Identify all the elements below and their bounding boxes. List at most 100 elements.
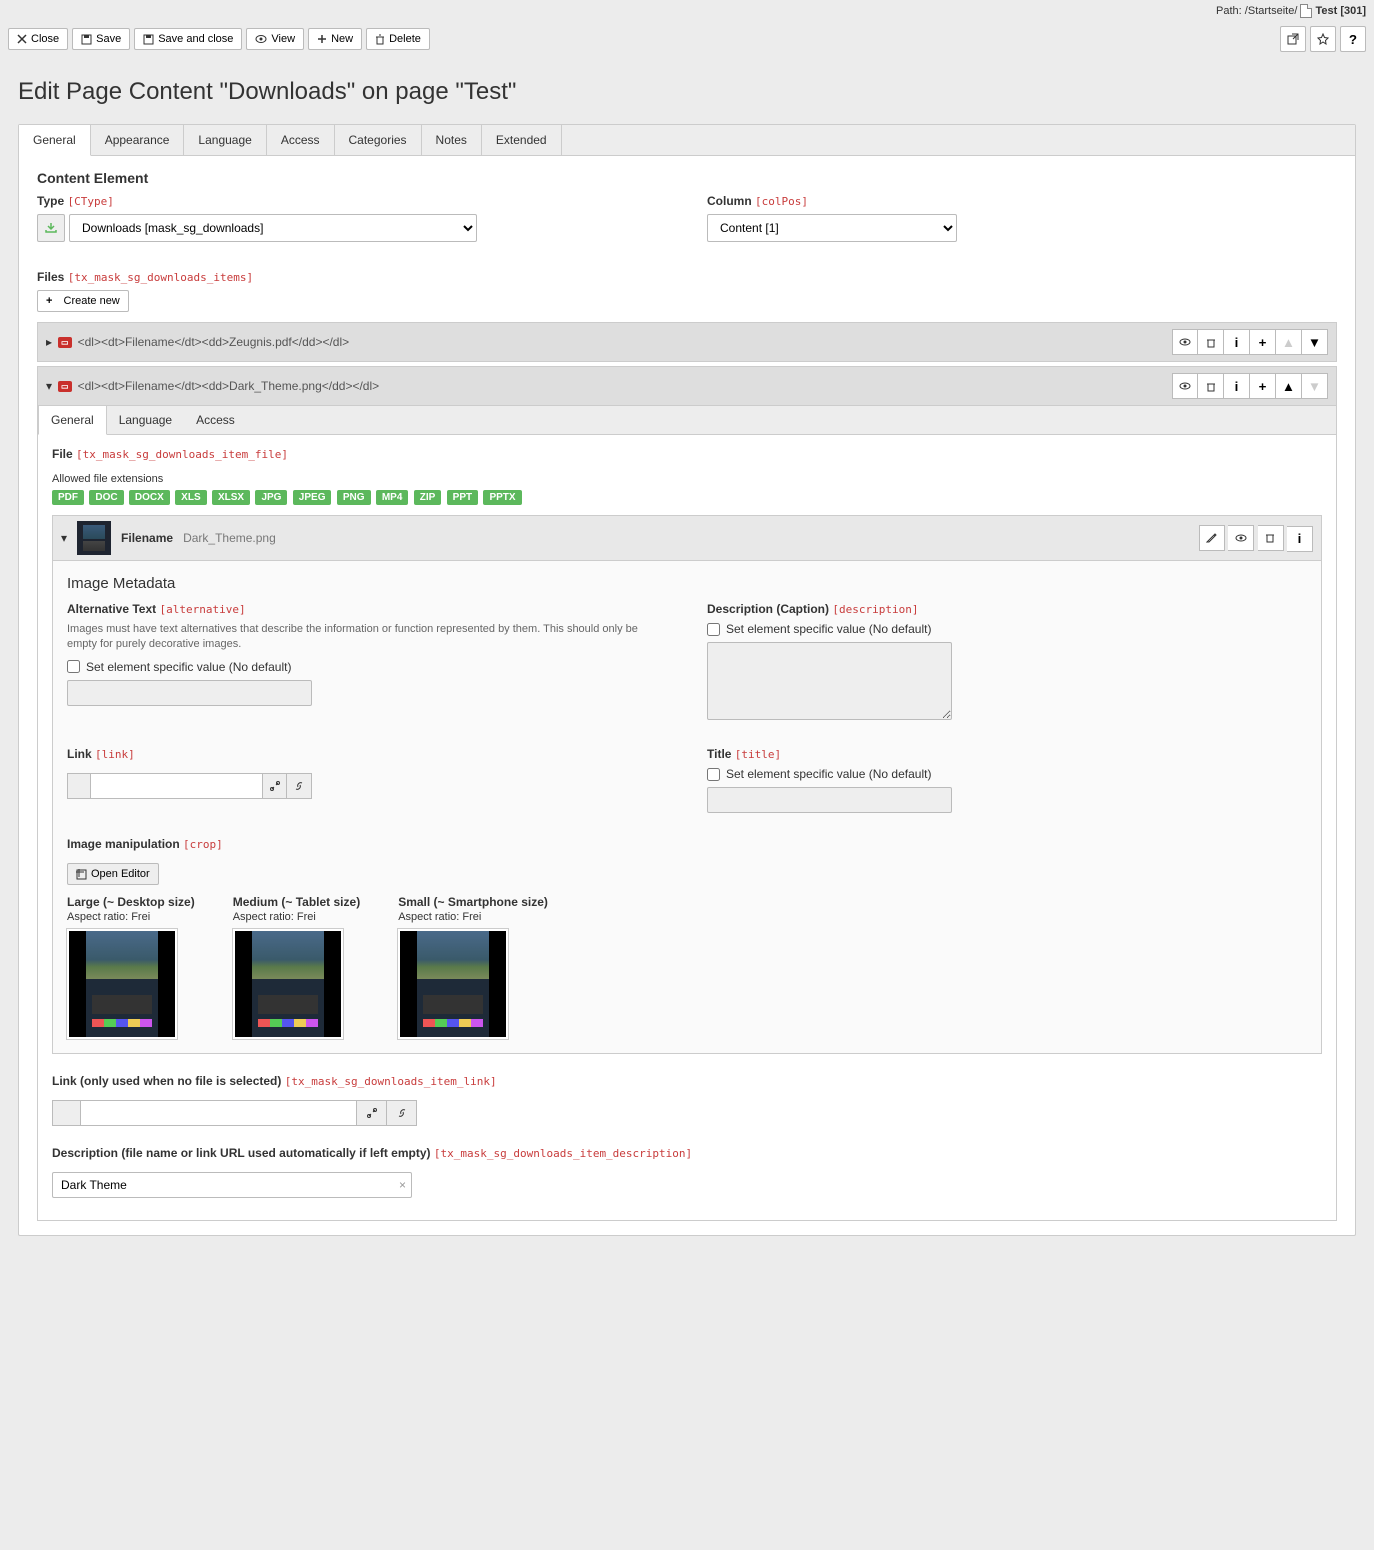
link-label: Link [link]: [67, 747, 667, 761]
link-wizard-button[interactable]: [263, 773, 288, 799]
crop-variant-medium: Medium (~ Tablet size) Aspect ratio: Fre…: [233, 895, 360, 1039]
type-icon: [37, 214, 65, 242]
file-item-collapsed[interactable]: ▸ ▭ <dl><dt>Filename</dt><dd>Zeugnis.pdf…: [37, 322, 1337, 362]
move-up-button[interactable]: ▲: [1276, 329, 1302, 355]
title-override-label: Set element specific value (No default): [726, 767, 931, 781]
expand-icon[interactable]: ▸: [46, 335, 52, 349]
files-label: Files [tx_mask_sg_downloads_items]: [37, 270, 1337, 284]
path-label: Path:: [1216, 5, 1242, 17]
collapsed-title: <dl><dt>Filename</dt><dd>Zeugnis.pdf</dd…: [78, 335, 350, 349]
item-tab-general[interactable]: General: [38, 405, 107, 435]
filename-label: Filename: [121, 531, 173, 545]
collapse-icon[interactable]: ▾: [46, 379, 52, 393]
section-content-element: Content Element: [37, 170, 1337, 186]
type-label: Type [CType]: [37, 194, 667, 208]
tab-language[interactable]: Language: [184, 125, 266, 155]
ext-pptx: PPTX: [483, 490, 521, 505]
ext-png: PNG: [337, 490, 371, 505]
item-link-browser-button[interactable]: [387, 1100, 417, 1126]
link-prefix-icon: [67, 773, 90, 799]
delete-item-button[interactable]: [1198, 329, 1224, 355]
new-button[interactable]: New: [308, 28, 362, 50]
path-bar: Path: /Startseite/ Test [301]: [0, 0, 1374, 22]
info-button[interactable]: i: [1224, 329, 1250, 355]
tab-general[interactable]: General: [19, 125, 91, 156]
create-new-button[interactable]: + Create new: [37, 290, 129, 312]
path-uid: [301]: [1340, 5, 1366, 17]
crop-preview-large[interactable]: [67, 929, 177, 1039]
item-link-label: Link (only used when no file is selected…: [52, 1074, 1322, 1088]
file-thumbnail: [77, 521, 111, 555]
alt-help: Images must have text alternatives that …: [67, 622, 667, 652]
save-close-button[interactable]: Save and close: [134, 28, 242, 50]
desc-override-checkbox[interactable]: [707, 623, 720, 636]
path-segment[interactable]: /Startseite/: [1245, 5, 1298, 17]
crop-preview-medium[interactable]: [233, 929, 343, 1039]
link-browser-button[interactable]: [287, 773, 312, 799]
item-desc-label: Description (file name or link URL used …: [52, 1146, 1322, 1160]
add-after-button[interactable]: +: [1250, 373, 1276, 399]
file-reference-header[interactable]: ▾ Filename Dark_Theme.png i: [52, 515, 1322, 561]
main-panel: General Appearance Language Access Categ…: [18, 124, 1356, 1236]
ext-mp4: MP4: [376, 490, 409, 505]
alt-override-label: Set element specific value (No default): [86, 660, 291, 674]
tab-access[interactable]: Access: [267, 125, 335, 155]
file-info-button[interactable]: i: [1287, 526, 1313, 552]
expanded-title: <dl><dt>Filename</dt><dd>Dark_Theme.png<…: [78, 379, 380, 393]
file-reference-body: Image Metadata Alternative Text [alterna…: [52, 561, 1322, 1054]
column-select[interactable]: Content [1]: [707, 214, 957, 242]
item-link-wizard-button[interactable]: [357, 1100, 387, 1126]
help-button[interactable]: ?: [1340, 26, 1366, 52]
toggle-file-visibility-button[interactable]: [1228, 525, 1254, 551]
file-item-expanded-body: General Language Access File [tx_mask_sg…: [37, 406, 1337, 1221]
open-new-window-button[interactable]: [1280, 26, 1306, 52]
tab-notes[interactable]: Notes: [422, 125, 482, 155]
type-select[interactable]: Downloads [mask_sg_downloads]: [69, 214, 477, 242]
item-desc-input[interactable]: [52, 1172, 412, 1198]
item-link-input[interactable]: [80, 1100, 357, 1126]
title-label: Title [title]: [707, 747, 1307, 761]
ext-zip: ZIP: [414, 490, 442, 505]
title-override-checkbox[interactable]: [707, 768, 720, 781]
delete-button[interactable]: Delete: [366, 28, 430, 50]
move-down-button[interactable]: ▼: [1302, 329, 1328, 355]
edit-metadata-button[interactable]: [1199, 525, 1225, 551]
alt-override-checkbox[interactable]: [67, 660, 80, 673]
save-button[interactable]: Save: [72, 28, 130, 50]
crop-label: Image manipulation [crop]: [67, 837, 1307, 851]
clear-input-button[interactable]: ×: [399, 1178, 406, 1192]
toggle-visibility-button[interactable]: [1172, 373, 1198, 399]
ext-docx: DOCX: [129, 490, 170, 505]
file-field-label: File [tx_mask_sg_downloads_item_file]: [52, 447, 1322, 461]
bookmark-button[interactable]: [1310, 26, 1336, 52]
item-tab-access[interactable]: Access: [184, 406, 247, 434]
move-up-button[interactable]: ▲: [1276, 373, 1302, 399]
crop-preview-small[interactable]: [398, 929, 508, 1039]
tab-appearance[interactable]: Appearance: [91, 125, 185, 155]
toggle-visibility-button[interactable]: [1172, 329, 1198, 355]
tab-extended[interactable]: Extended: [482, 125, 562, 155]
link-input[interactable]: [90, 773, 263, 799]
alt-input: [67, 680, 312, 706]
ext-doc: DOC: [89, 490, 123, 505]
tab-categories[interactable]: Categories: [335, 125, 422, 155]
delete-file-button[interactable]: [1258, 525, 1284, 551]
view-button[interactable]: View: [246, 28, 304, 50]
file-item-expanded-header[interactable]: ▾ ▭ <dl><dt>Filename</dt><dd>Dark_Theme.…: [37, 366, 1337, 406]
item-tab-language[interactable]: Language: [107, 406, 184, 434]
collapse-file-icon[interactable]: ▾: [61, 531, 67, 545]
toolbar: Close Save Save and close View New Delet…: [0, 22, 1374, 56]
item-tabs: General Language Access: [38, 406, 1336, 435]
ext-jpg: JPG: [255, 490, 287, 505]
move-down-button[interactable]: ▼: [1302, 373, 1328, 399]
info-button[interactable]: i: [1224, 373, 1250, 399]
open-editor-button[interactable]: Open Editor: [67, 863, 159, 885]
add-after-button[interactable]: +: [1250, 329, 1276, 355]
delete-item-button[interactable]: [1198, 373, 1224, 399]
item-link-prefix-icon: [52, 1100, 80, 1126]
path-page: Test: [1315, 5, 1337, 17]
ext-xlsx: XLSX: [212, 490, 250, 505]
close-button[interactable]: Close: [8, 28, 68, 50]
allowed-ext-list: PDF DOC DOCX XLS XLSX JPG JPEG PNG MP4 Z…: [52, 489, 1322, 505]
ext-ppt: PPT: [447, 490, 478, 505]
